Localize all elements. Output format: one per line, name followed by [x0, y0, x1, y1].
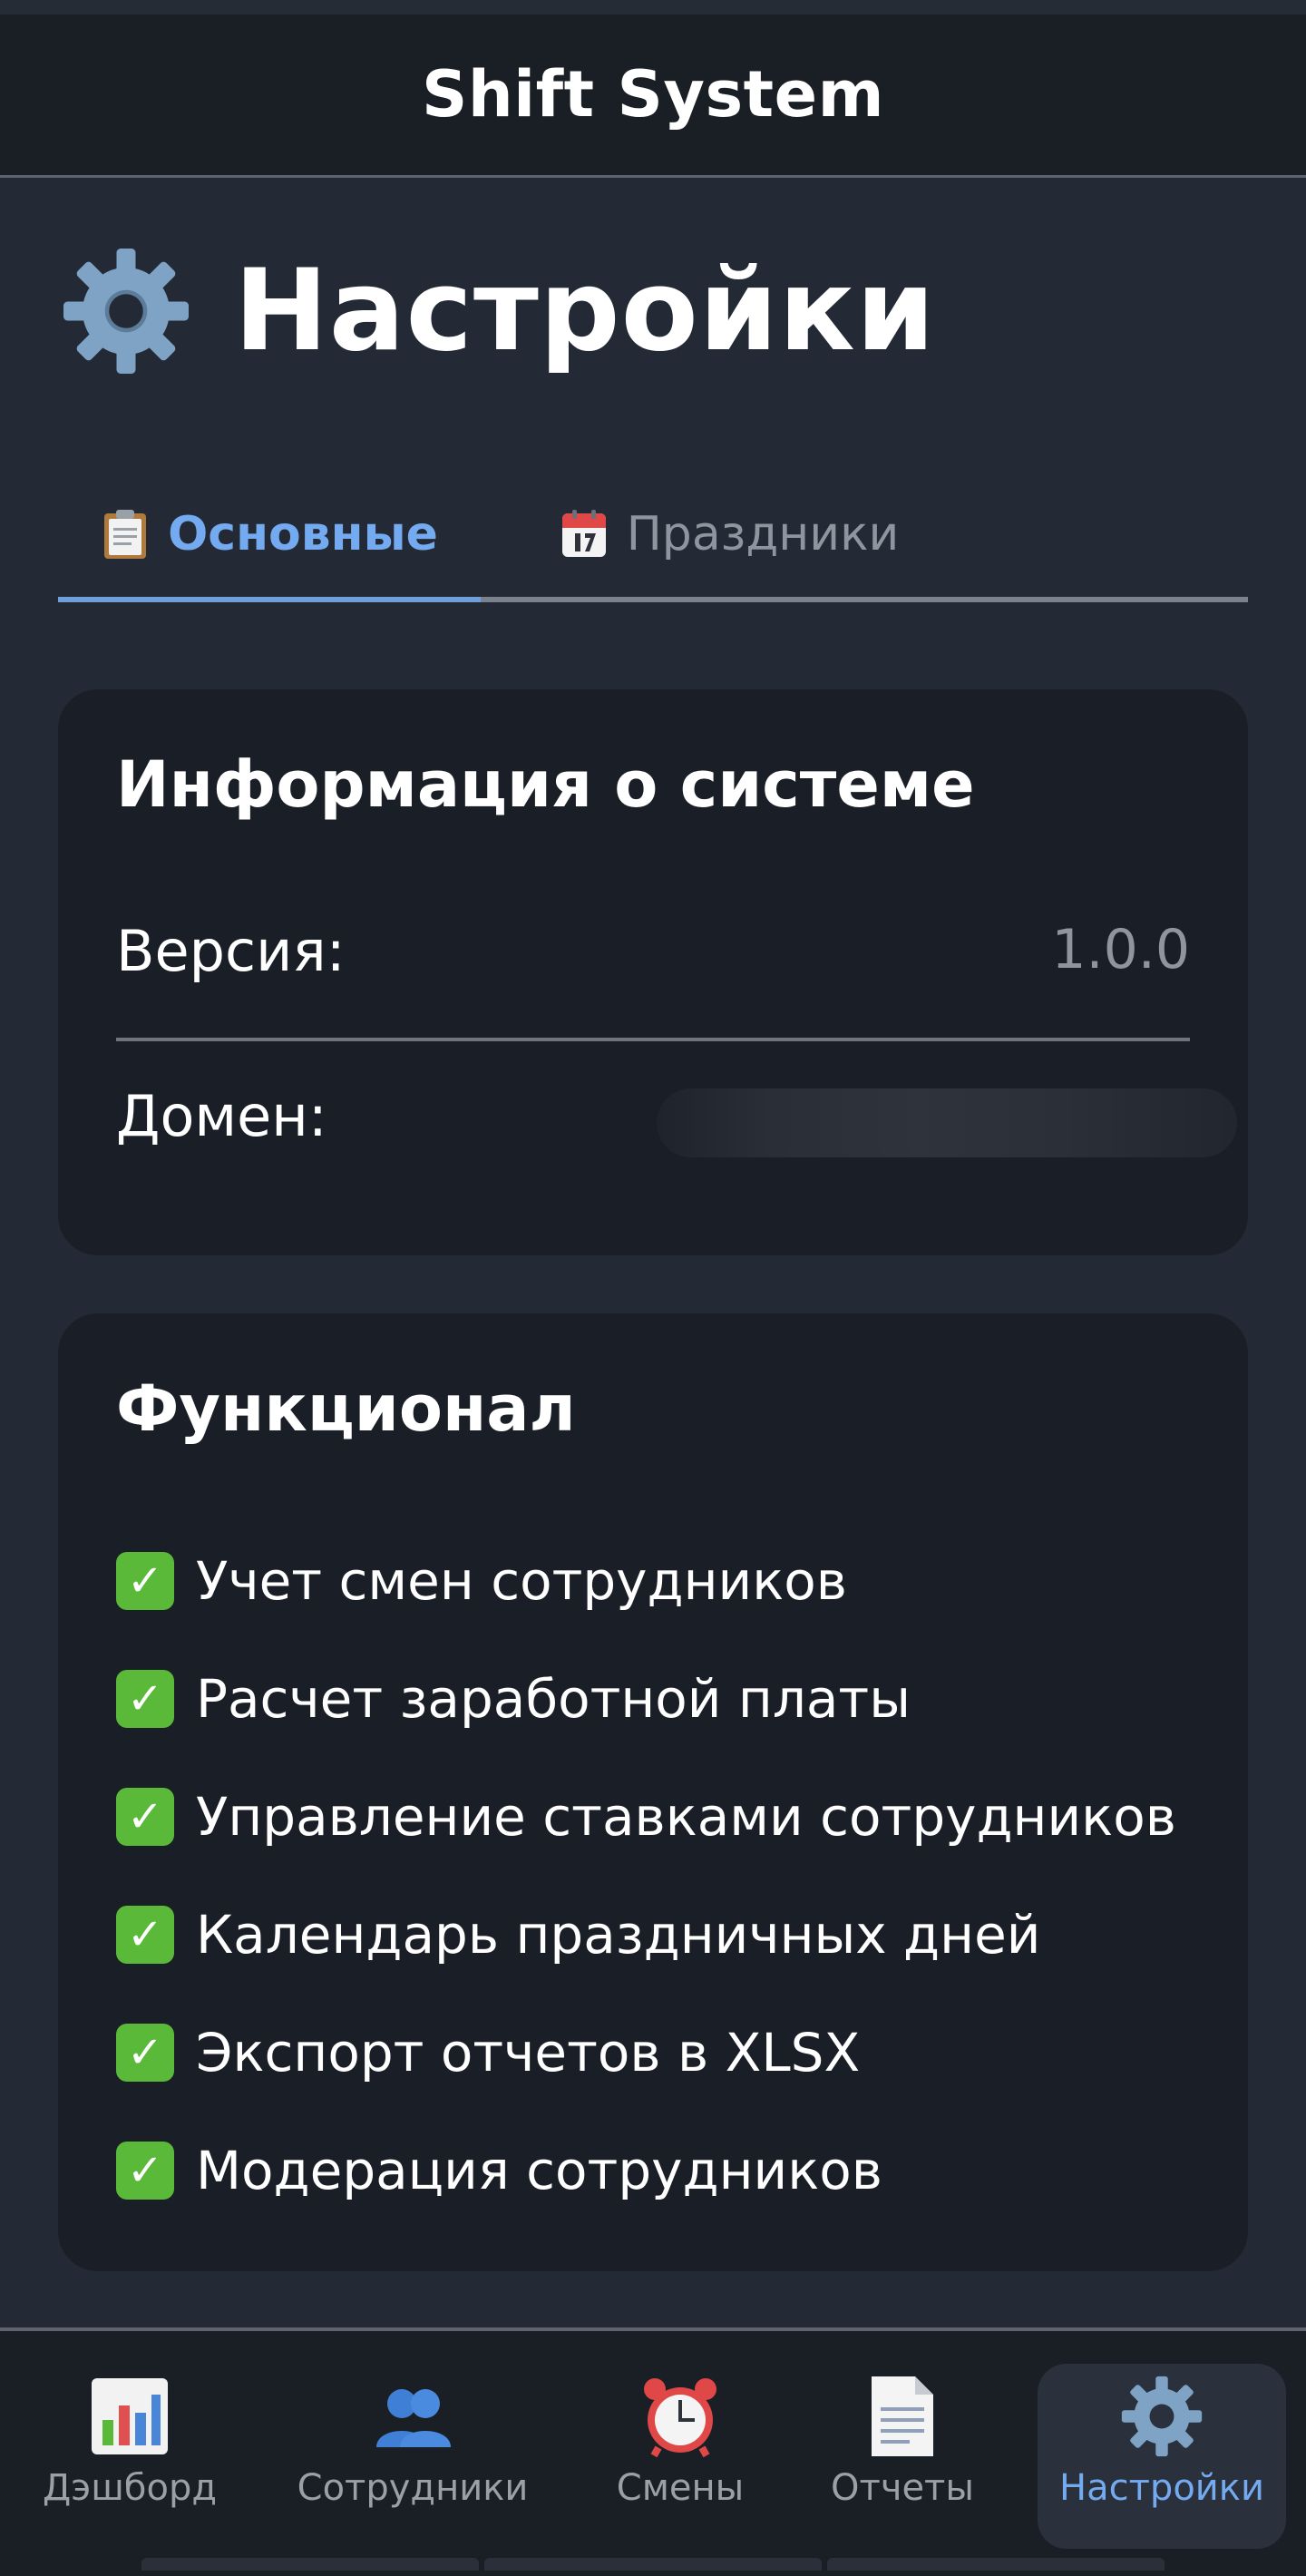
list-item: ✓ Экспорт отчетов в XLSX [116, 1994, 1176, 2112]
indicator-segment [484, 2558, 822, 2571]
top-app-bar: Shift System [0, 0, 1306, 178]
list-item: ✓ Управление ставками сотрудников [116, 1758, 1176, 1876]
system-info-card: Информация о системе Версия: 1.0.0 Домен… [58, 689, 1248, 1255]
gear-icon [1121, 2376, 1203, 2457]
feature-text: Учет смен сотрудников [196, 1550, 847, 1612]
indicator-segment [141, 2558, 479, 2571]
system-info-title: Информация о системе [116, 747, 975, 822]
features-title: Функционал [116, 1371, 576, 1446]
indicator-segment [827, 2558, 1165, 2571]
alarm-clock-icon [644, 2378, 716, 2458]
version-label: Версия: [116, 918, 346, 984]
app-title: Shift System [421, 56, 885, 132]
bottom-navigation: Дэшборд Сотрудники Смены Отчеты Настройк… [0, 2327, 1306, 2576]
nav-label: Настройки [1059, 2467, 1264, 2509]
domain-label: Домен: [116, 1083, 327, 1149]
domain-value-redacted [657, 1088, 1237, 1157]
feature-text: Календарь праздничных дней [196, 1904, 1041, 1966]
tab-holidays[interactable]: Праздники [548, 472, 911, 597]
users-icon [376, 2389, 451, 2447]
feature-text: Модерация сотрудников [196, 2140, 882, 2201]
tab-basic-label: Основные [168, 507, 438, 561]
nav-item-settings[interactable]: Настройки [1038, 2364, 1286, 2549]
nav-label: Смены [616, 2467, 745, 2509]
check-mark-icon: ✓ [116, 1906, 174, 1964]
check-mark-icon: ✓ [116, 1788, 174, 1846]
check-mark-icon: ✓ [116, 2024, 174, 2082]
check-mark-icon: ✓ [116, 1552, 174, 1610]
feature-text: Управление ставками сотрудников [196, 1786, 1176, 1848]
calendar-icon [561, 510, 606, 557]
nav-label: Отчеты [831, 2467, 974, 2509]
nav-label: Дэшборд [43, 2467, 217, 2509]
tab-basic[interactable]: Основные [58, 472, 481, 602]
gear-icon [63, 249, 189, 374]
features-card: Функционал ✓ Учет смен сотрудников ✓ Рас… [58, 1313, 1248, 2271]
nav-label: Сотрудники [297, 2467, 529, 2509]
nav-item-dashboard[interactable]: Дэшборд [27, 2364, 232, 2549]
bar-chart-icon [92, 2378, 168, 2454]
list-item: ✓ Расчет заработной платы [116, 1640, 1176, 1758]
info-divider [116, 1038, 1190, 1041]
list-item: ✓ Модерация сотрудников [116, 2112, 1176, 2230]
nav-item-reports[interactable]: Отчеты [816, 2364, 989, 2549]
feature-text: Экспорт отчетов в XLSX [196, 2022, 861, 2083]
home-indicator [141, 2558, 1165, 2571]
feature-text: Расчет заработной платы [196, 1668, 911, 1730]
nav-item-employees[interactable]: Сотрудники [297, 2364, 529, 2549]
list-item: ✓ Учет смен сотрудников [116, 1522, 1176, 1640]
nav-item-shifts[interactable]: Смены [599, 2364, 762, 2549]
status-strip [0, 0, 1306, 15]
feature-list: ✓ Учет смен сотрудников ✓ Расчет заработ… [116, 1522, 1176, 2230]
page-header: Настройки [58, 234, 936, 388]
version-value: 1.0.0 [1051, 918, 1190, 981]
clipboard-icon [104, 510, 147, 559]
tab-holidays-label: Праздники [626, 507, 900, 561]
document-icon [872, 2376, 933, 2456]
page-title: Настройки [234, 246, 936, 376]
settings-tabs: Основные Праздники [58, 472, 1248, 602]
list-item: ✓ Календарь праздничных дней [116, 1876, 1176, 1994]
check-mark-icon: ✓ [116, 1670, 174, 1728]
check-mark-icon: ✓ [116, 2142, 174, 2200]
